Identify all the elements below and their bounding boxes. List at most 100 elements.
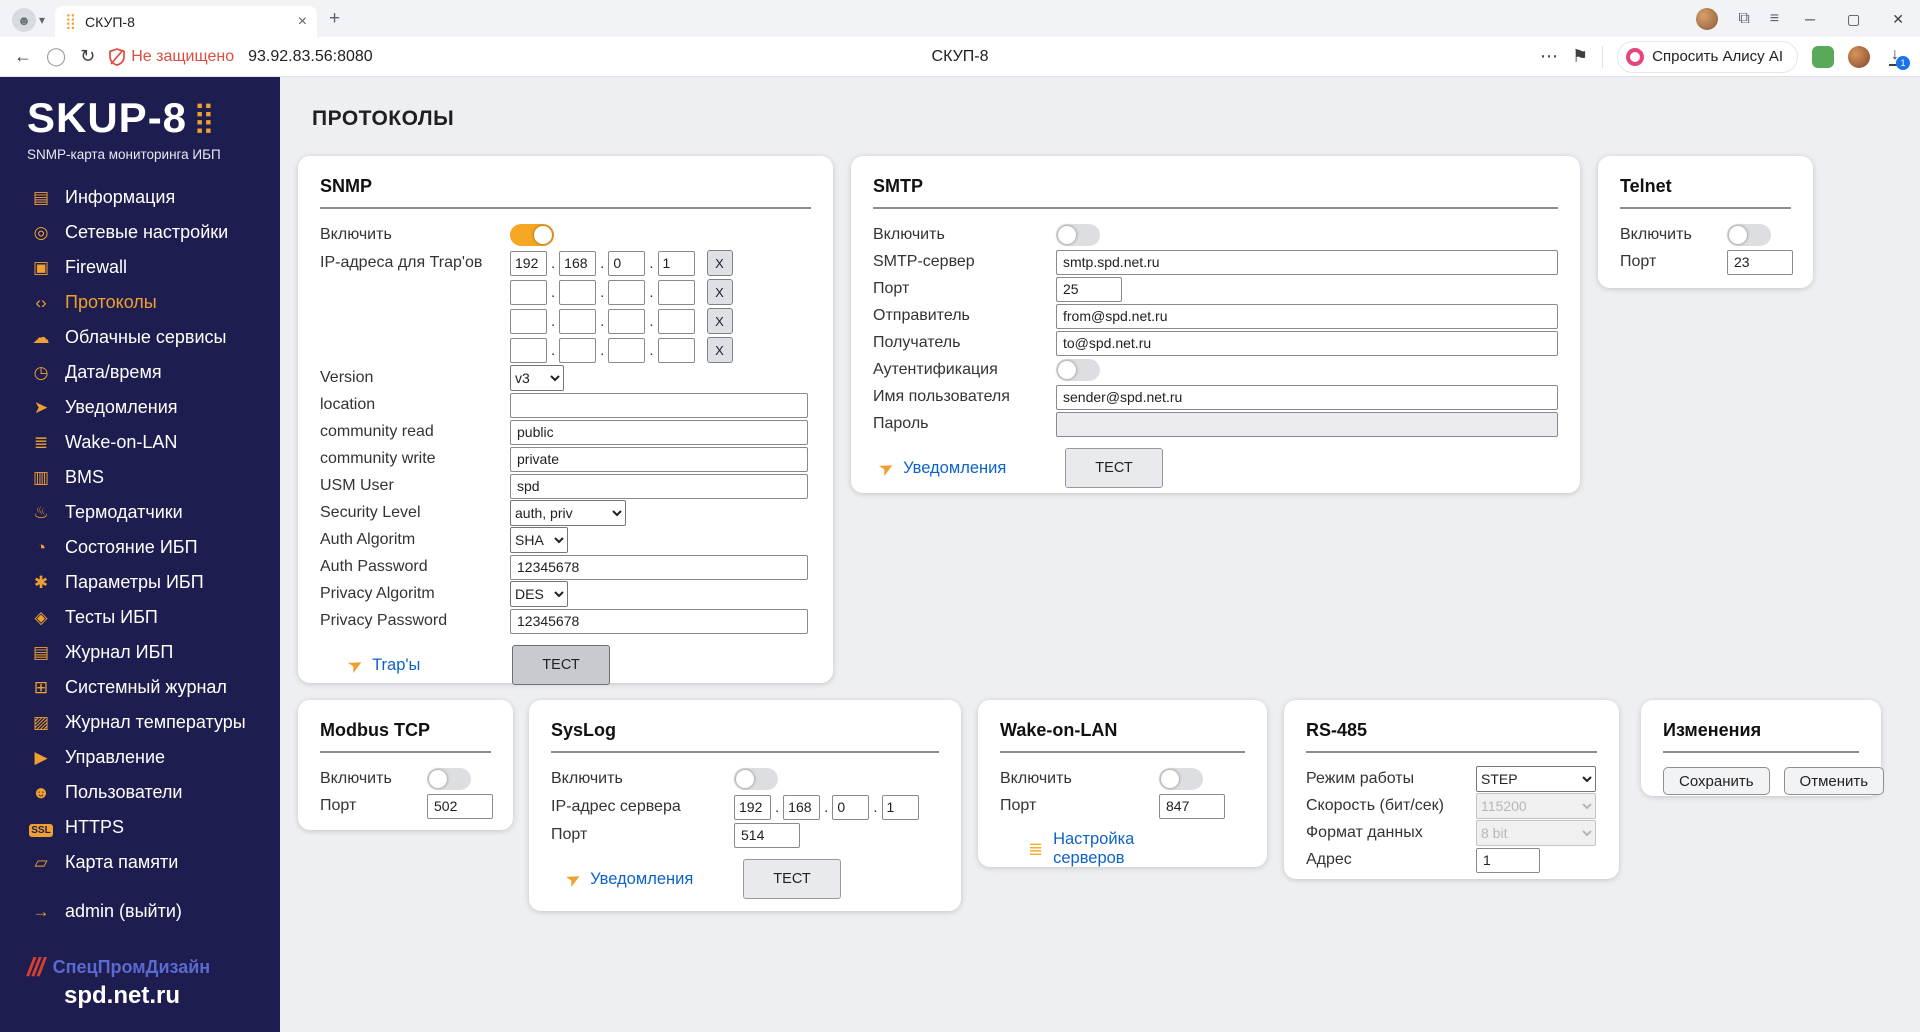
snmp-trap2-octet3-input[interactable] — [608, 279, 646, 305]
syslog-ip-octet3-input[interactable] — [832, 794, 870, 820]
user-avatar[interactable] — [1696, 8, 1719, 30]
snmp-trap4-octet1-input[interactable] — [510, 337, 547, 363]
smtp-server-input[interactable] — [1056, 249, 1558, 275]
rs485-address-input[interactable] — [1476, 847, 1540, 873]
sidebar-item-admin-logout[interactable]: → admin (выйти) — [0, 894, 280, 929]
smtp-password-input[interactable] — [1056, 411, 1558, 437]
snmp-trap4-octet2-input[interactable] — [559, 337, 597, 363]
tab-close-icon[interactable]: × — [298, 13, 307, 31]
sidebar-item-control[interactable]: ▶ Управление — [0, 740, 280, 775]
syslog-test-button[interactable]: ТЕСТ — [743, 859, 841, 899]
snmp-community-read-input[interactable] — [510, 419, 808, 445]
snmp-enable-toggle[interactable] — [510, 224, 554, 246]
sidebar-item-bms[interactable]: ▥ BMS — [0, 460, 280, 495]
more-icon[interactable]: ⋯ — [1540, 46, 1558, 67]
sidebar-item-cloud[interactable]: ☁ Облачные сервисы — [0, 320, 280, 355]
syslog-notifications-link[interactable]: ➤ Уведомления — [551, 866, 743, 891]
url-text[interactable]: 93.92.83.56:8080 — [248, 48, 373, 66]
sidebar-item-wake-on-lan[interactable]: ≣ Wake-on-LAN — [0, 425, 280, 460]
syslog-ip-octet2-input[interactable] — [783, 794, 821, 820]
snmp-trap3-remove-button[interactable]: X — [706, 308, 733, 334]
sidebar-item-firewall[interactable]: ▣ Firewall — [0, 250, 280, 285]
snmp-trap4-remove-button[interactable]: X — [706, 337, 733, 363]
telnet-port-input[interactable] — [1727, 249, 1793, 275]
sidebar-item-datetime[interactable]: ◷ Дата/время — [0, 355, 280, 390]
security-warning[interactable]: Не защищено — [109, 48, 234, 66]
snmp-traps-link[interactable]: ➤ Trap'ы — [320, 652, 512, 677]
syslog-ip-octet1-input[interactable] — [734, 794, 771, 820]
snmp-auth-algorithm-select[interactable]: SHA — [510, 527, 568, 553]
snmp-community-write-input[interactable] — [510, 446, 808, 472]
snmp-version-select[interactable]: v3 — [510, 365, 564, 391]
snmp-trap3-octet3-input[interactable] — [608, 308, 646, 334]
snmp-auth-password-input[interactable] — [510, 554, 808, 580]
snmp-trap4-octet4-input[interactable] — [657, 337, 695, 363]
snmp-location-input[interactable] — [510, 392, 808, 418]
snmp-security-level-select[interactable]: auth, priv — [510, 500, 626, 526]
sidebar-item-info[interactable]: ▤ Информация — [0, 180, 280, 215]
smtp-test-button[interactable]: ТЕСТ — [1065, 448, 1163, 488]
browser-circle-icon[interactable]: ◯ — [46, 46, 66, 67]
back-button[interactable]: ← — [14, 46, 32, 67]
sidebar-item-https[interactable]: SSL HTTPS — [0, 810, 280, 845]
menu-icon[interactable]: ≡ — [1770, 10, 1779, 28]
new-tab-button[interactable]: + — [329, 8, 340, 30]
snmp-trap2-octet2-input[interactable] — [559, 279, 597, 305]
sidebar-item-ups-tests[interactable]: ◈ Тесты ИБП — [0, 600, 280, 635]
syslog-port-input[interactable] — [734, 822, 800, 848]
wol-servers-link[interactable]: ≣ Настройка серверов — [1000, 830, 1192, 868]
downloads-button[interactable]: ↓ 1 — [1884, 47, 1910, 70]
snmp-trap1-remove-button[interactable]: X — [706, 250, 733, 276]
refresh-button[interactable]: ↻ — [80, 46, 95, 67]
alice-ai-button[interactable]: Спросить Алису AI — [1617, 40, 1798, 73]
sidebar-item-notifications[interactable]: ➤ Уведомления — [0, 390, 280, 425]
snmp-trap3-octet2-input[interactable] — [559, 308, 597, 334]
extension-avatar-icon[interactable] — [1848, 45, 1870, 68]
snmp-trap3-octet4-input[interactable] — [657, 308, 695, 334]
syslog-ip-octet4-input[interactable] — [881, 794, 919, 820]
save-button[interactable]: Сохранить — [1663, 767, 1770, 795]
snmp-trap1-octet3-input[interactable] — [608, 250, 646, 276]
telnet-enable-toggle[interactable] — [1727, 224, 1771, 246]
sidebar-item-users[interactable]: ☻ Пользователи — [0, 775, 280, 810]
sidebar-item-thermo-sensors[interactable]: ♨ Термодатчики — [0, 495, 280, 530]
wol-enable-toggle[interactable] — [1159, 768, 1203, 790]
snmp-trap1-octet1-input[interactable] — [510, 250, 547, 276]
sidebar-item-temp-log[interactable]: ▨ Журнал температуры — [0, 705, 280, 740]
sidebar-item-ups-params[interactable]: ✱ Параметры ИБП — [0, 565, 280, 600]
rs485-mode-select[interactable]: STEP — [1476, 766, 1596, 792]
snmp-trap2-remove-button[interactable]: X — [706, 279, 733, 305]
smtp-enable-toggle[interactable] — [1056, 224, 1100, 246]
bookmark-icon[interactable]: ⚑ — [1572, 46, 1588, 67]
maximize-button[interactable]: ▢ — [1841, 11, 1866, 28]
smtp-notifications-link[interactable]: ➤ Уведомления — [873, 455, 1065, 480]
snmp-trap3-octet1-input[interactable] — [510, 308, 547, 334]
smtp-auth-toggle[interactable] — [1056, 359, 1100, 381]
snmp-test-button[interactable]: ТЕСТ — [512, 645, 610, 685]
snmp-privacy-password-input[interactable] — [510, 608, 808, 634]
panels-icon[interactable]: ⧉ — [1738, 10, 1749, 28]
smtp-user-input[interactable] — [1056, 384, 1558, 410]
snmp-usm-user-input[interactable] — [510, 473, 808, 499]
syslog-enable-toggle[interactable] — [734, 768, 778, 790]
close-button[interactable]: ✕ — [1886, 11, 1910, 28]
sidebar-item-memory-card[interactable]: ▱ Карта памяти — [0, 845, 280, 880]
snmp-trap2-octet1-input[interactable] — [510, 279, 547, 305]
snmp-trap2-octet4-input[interactable] — [657, 279, 695, 305]
snmp-trap1-octet2-input[interactable] — [559, 250, 597, 276]
sidebar-item-ups-log[interactable]: ▤ Журнал ИБП — [0, 635, 280, 670]
snmp-trap1-octet4-input[interactable] — [657, 250, 695, 276]
sidebar-item-network[interactable]: ◎ Сетевые настройки — [0, 215, 280, 250]
snmp-privacy-algorithm-select[interactable]: DES — [510, 581, 568, 607]
smtp-from-input[interactable] — [1056, 303, 1558, 329]
modbus-enable-toggle[interactable] — [427, 768, 471, 790]
sidebar-item-protocols[interactable]: ‹› Протоколы — [0, 285, 280, 320]
modbus-port-input[interactable] — [427, 793, 493, 819]
snmp-trap4-octet3-input[interactable] — [608, 337, 646, 363]
cancel-button[interactable]: Отменить — [1783, 767, 1885, 795]
sidebar-item-ups-status[interactable]: ◔ Состояние ИБП — [0, 530, 280, 565]
smtp-to-input[interactable] — [1056, 330, 1558, 356]
extension-adblock-icon[interactable] — [1812, 45, 1834, 68]
sidebar-item-system-log[interactable]: ⊞ Системный журнал — [0, 670, 280, 705]
smtp-port-input[interactable] — [1056, 276, 1122, 302]
